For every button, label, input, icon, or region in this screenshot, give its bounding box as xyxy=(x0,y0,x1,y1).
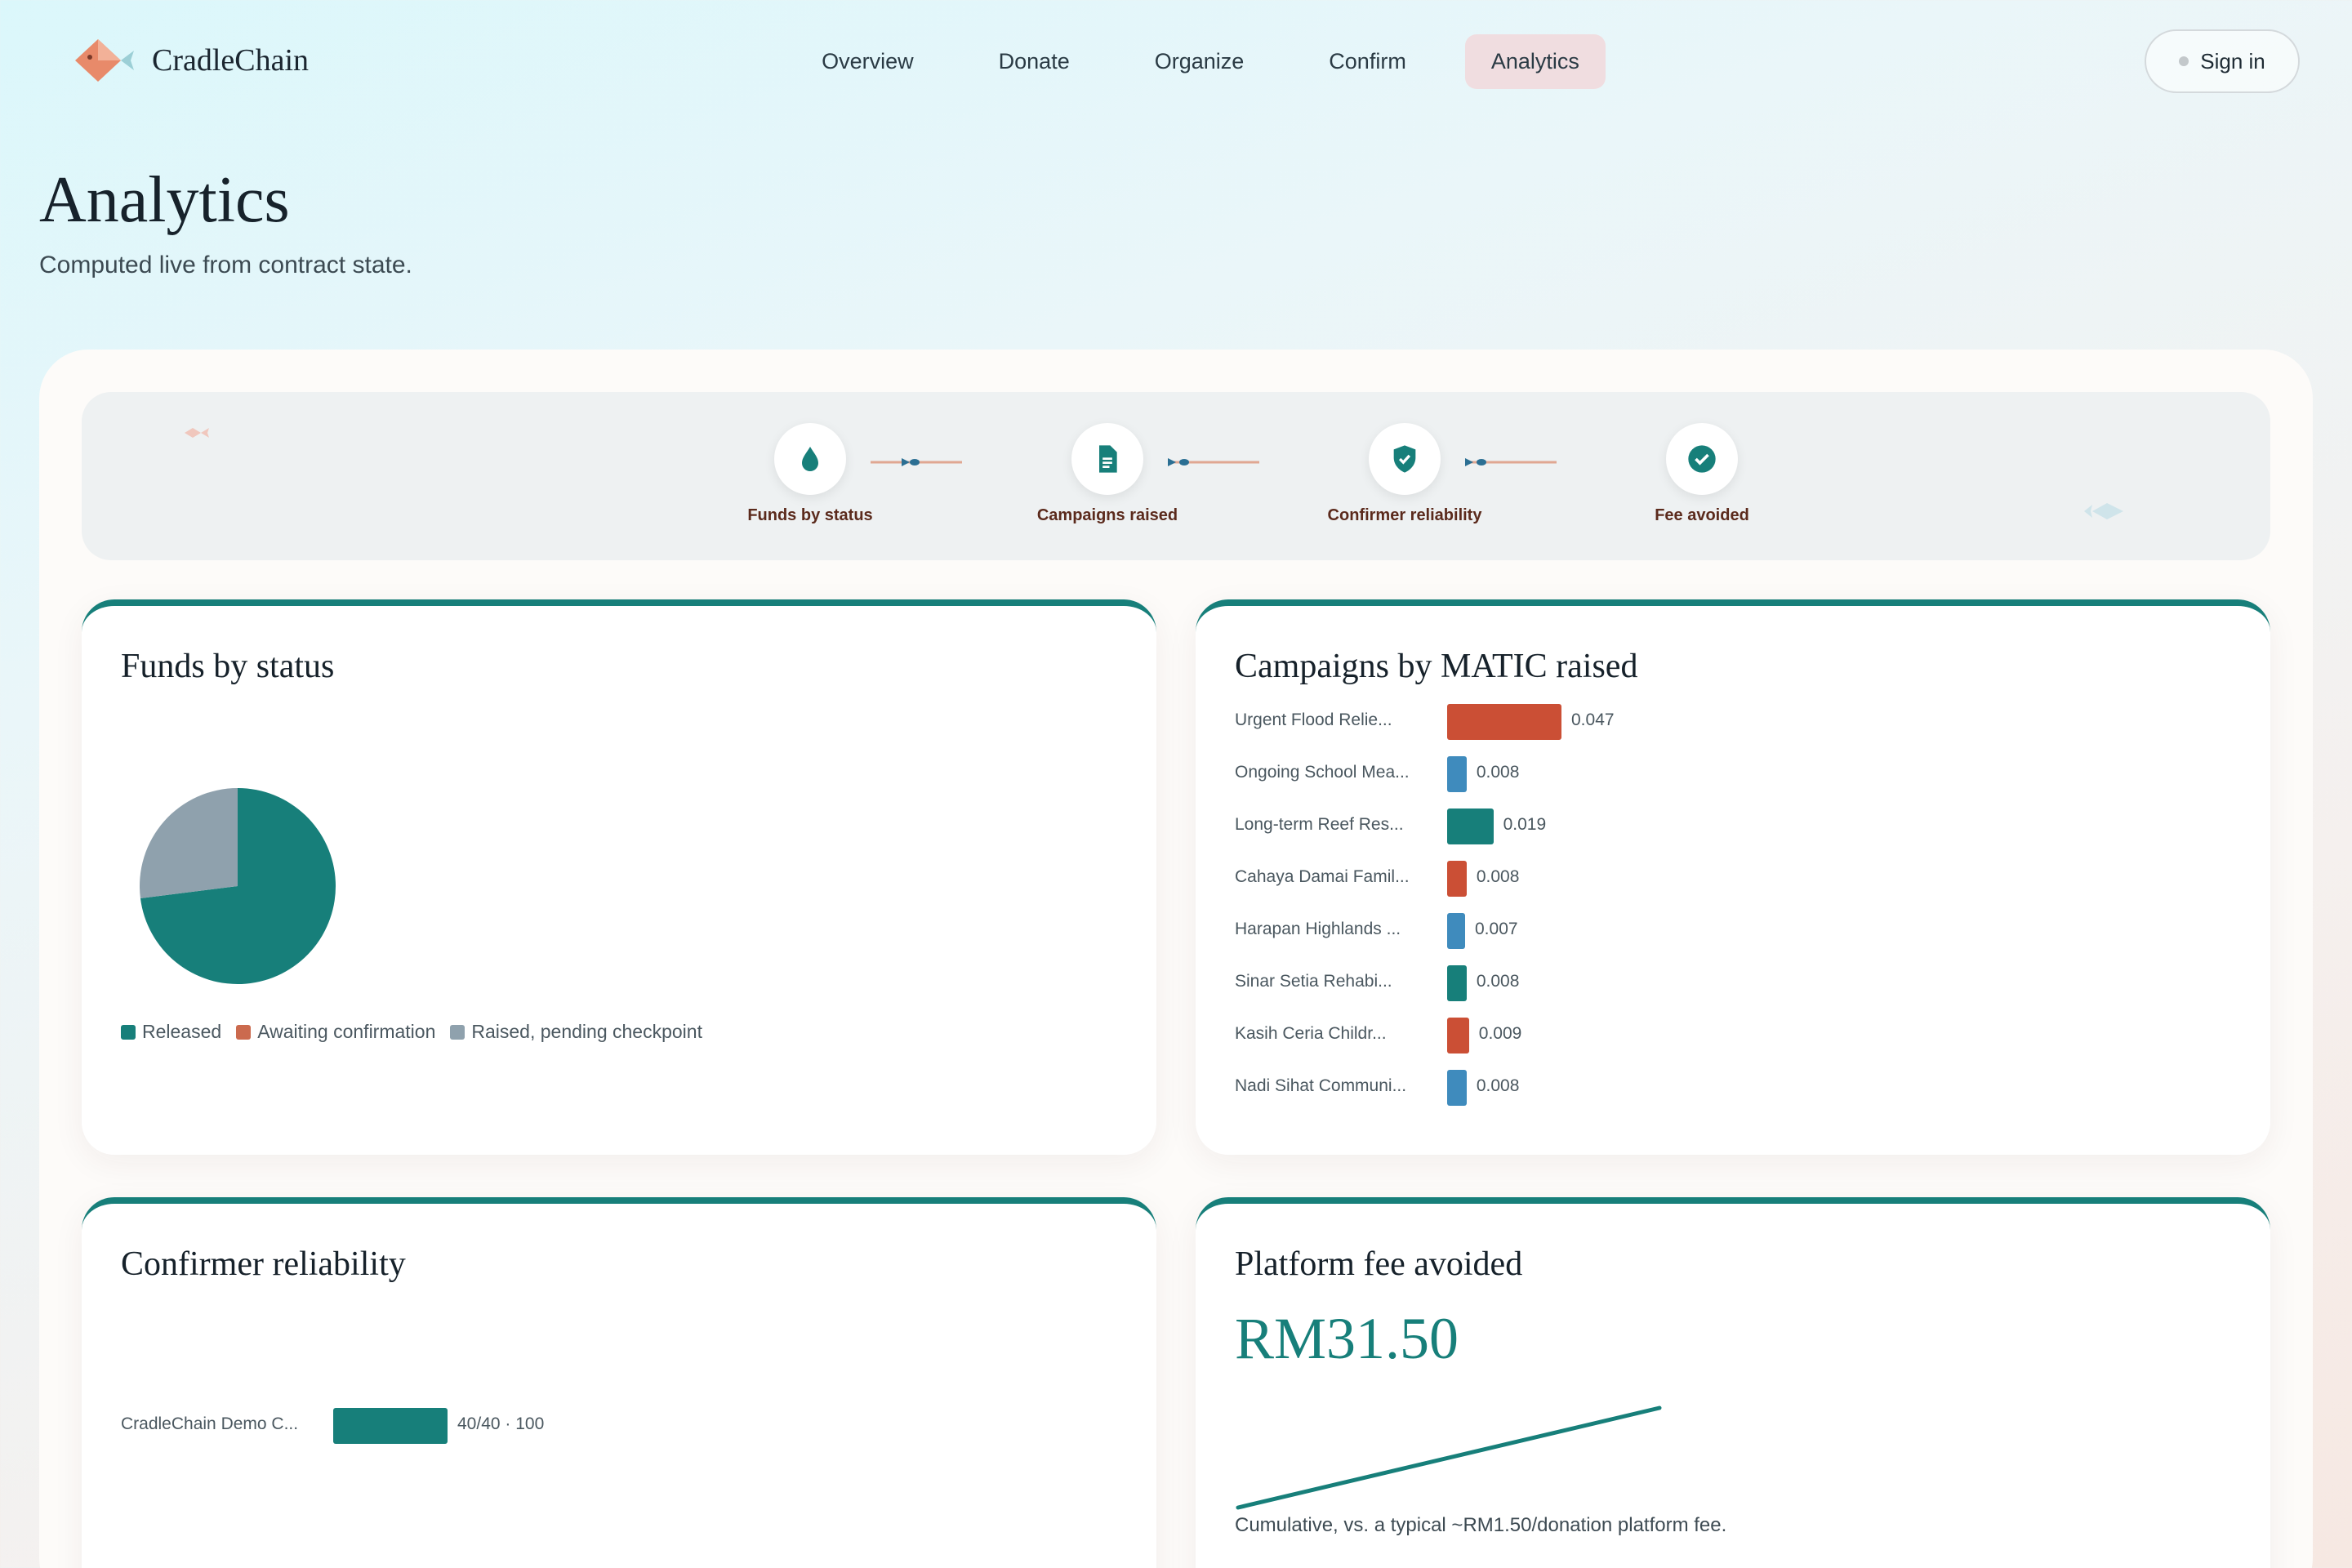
bar-value: 40/40 · 100 xyxy=(457,1414,545,1433)
campaign-bar xyxy=(1447,756,1467,792)
bar-label: Cahaya Damai Famil... xyxy=(1235,867,1410,886)
campaign-bar xyxy=(1447,1018,1469,1054)
campaign-bar-row: Sinar Setia Rehabi... 0.008 xyxy=(1235,965,2215,1001)
drop-icon xyxy=(802,447,818,471)
legend-swatch xyxy=(450,1024,466,1040)
bar-label: Long-term Reef Res... xyxy=(1235,815,1404,834)
bar-value: 0.008 xyxy=(1476,972,1520,991)
pie-legend: Released Awaiting confirmation Raised, p… xyxy=(121,1021,702,1043)
bar-label: Sinar Setia Rehabi... xyxy=(1235,972,1392,991)
bar-label: CradleChain Demo C... xyxy=(121,1414,299,1433)
bar-label: Harapan Highlands ... xyxy=(1235,920,1401,938)
status-dot-icon xyxy=(2179,56,2189,66)
step-label: Confirmer reliability xyxy=(1327,506,1482,524)
bar-value: 0.008 xyxy=(1476,763,1520,782)
fee-note: Cumulative, vs. a typical ~RM1.50/donati… xyxy=(1235,1514,1727,1536)
sign-in-button[interactable]: Sign in xyxy=(2145,29,2300,93)
nav-overview[interactable]: Overview xyxy=(795,34,940,89)
step-connector xyxy=(1168,458,1259,466)
pie-slice-2 xyxy=(140,788,238,899)
card-title: Platform fee avoided xyxy=(1235,1245,1523,1283)
page-subtitle: Computed live from contract state. xyxy=(39,252,412,278)
step-label: Campaigns raised xyxy=(1036,506,1178,524)
shield-check-icon xyxy=(1393,445,1416,473)
decorative-fish-icon xyxy=(185,428,209,438)
page-title: Analytics xyxy=(39,164,290,236)
legend-released: Released xyxy=(121,1021,221,1043)
bar-value: 0.008 xyxy=(1476,1076,1520,1095)
platform-fee-card: Platform fee avoided RM31.50 Cumulative,… xyxy=(1196,1197,2270,1568)
campaign-bar-row: Long-term Reef Res... 0.019 xyxy=(1235,808,2215,844)
bar-label: Kasih Ceria Childr... xyxy=(1235,1024,1387,1043)
campaign-bar xyxy=(1447,704,1561,740)
sign-in-label: Sign in xyxy=(2200,48,2265,74)
campaign-bar xyxy=(1447,965,1467,1001)
campaign-bar-row: Ongoing School Mea... 0.008 xyxy=(1235,756,2215,792)
bar-value: 0.008 xyxy=(1476,867,1520,886)
step-campaigns-raised[interactable]: Campaigns raised xyxy=(1009,423,1205,525)
campaigns-raised-card: Campaigns by MATIC raised Urgent Flood R… xyxy=(1196,599,2270,1155)
funds-by-status-card: Funds by status Released Awaiting confir… xyxy=(82,599,1156,1155)
decorative-fish-icon xyxy=(2084,503,2123,519)
step-connector xyxy=(1465,458,1557,466)
campaign-bar xyxy=(1447,861,1467,897)
campaign-bar xyxy=(1447,1070,1467,1106)
funds-pie-chart xyxy=(140,788,336,984)
main-nav: Overview Donate Organize Confirm Analyti… xyxy=(0,34,2352,89)
campaign-bar-row: Urgent Flood Relie... 0.047 xyxy=(1235,704,2215,740)
campaign-bar-row: Cahaya Damai Famil... 0.008 xyxy=(1235,861,2215,897)
analytics-panel: Funds by status Campaigns raised Confirm… xyxy=(39,350,2313,1568)
confirmer-bar xyxy=(333,1408,448,1444)
step-fee-avoided[interactable]: Fee avoided xyxy=(1604,423,1800,525)
step-connector xyxy=(871,458,962,466)
bar-value: 0.009 xyxy=(1478,1024,1522,1043)
legend-label: Raised, pending checkpoint xyxy=(471,1021,702,1042)
card-title: Funds by status xyxy=(121,648,335,685)
legend-swatch xyxy=(236,1024,252,1040)
campaign-bar-row: Kasih Ceria Childr... 0.009 xyxy=(1235,1018,2215,1054)
nav-donate[interactable]: Donate xyxy=(973,34,1096,89)
legend-swatch xyxy=(121,1024,136,1040)
legend-awaiting: Awaiting confirmation xyxy=(236,1021,435,1043)
campaign-bar-row: Nadi Sihat Communi... 0.008 xyxy=(1235,1070,2215,1106)
bar-label: Ongoing School Mea... xyxy=(1235,763,1410,782)
legend-label: Awaiting confirmation xyxy=(257,1021,436,1042)
bar-value: 0.047 xyxy=(1571,710,1615,729)
nav-analytics[interactable]: Analytics xyxy=(1464,34,1606,89)
card-title: Campaigns by MATIC raised xyxy=(1235,648,1638,685)
confirmer-reliability-card: Confirmer reliability CradleChain Demo C… xyxy=(82,1197,1156,1568)
document-icon xyxy=(1099,445,1117,473)
step-label: Fee avoided xyxy=(1655,506,1749,524)
legend-label: Released xyxy=(142,1021,222,1042)
bar-value: 0.019 xyxy=(1503,815,1547,834)
legend-pending: Raised, pending checkpoint xyxy=(450,1021,702,1043)
nav-confirm[interactable]: Confirm xyxy=(1303,34,1432,89)
bar-value: 0.007 xyxy=(1475,920,1518,938)
check-circle-icon xyxy=(1688,445,1716,473)
campaign-bar-row: Harapan Highlands ... 0.007 xyxy=(1235,913,2215,949)
campaign-bar xyxy=(1447,913,1465,949)
fee-line-chart xyxy=(1236,1405,1662,1510)
step-funds-by-status[interactable]: Funds by status xyxy=(712,423,908,525)
confirmer-bar-row: CradleChain Demo C... 40/40 · 100 xyxy=(121,1408,1101,1444)
fee-cumulative-line xyxy=(1236,1405,1662,1510)
step-confirmer-reliability[interactable]: Confirmer reliability xyxy=(1307,423,1503,525)
fee-amount: RM31.50 xyxy=(1235,1306,1459,1371)
section-stepper: Funds by status Campaigns raised Confirm… xyxy=(82,392,2270,560)
bar-label: Urgent Flood Relie... xyxy=(1235,710,1392,729)
bar-label: Nadi Sihat Communi... xyxy=(1235,1076,1407,1095)
campaign-bar xyxy=(1447,808,1494,844)
step-label: Funds by status xyxy=(747,506,873,524)
card-title: Confirmer reliability xyxy=(121,1245,406,1283)
nav-organize[interactable]: Organize xyxy=(1129,34,1271,89)
